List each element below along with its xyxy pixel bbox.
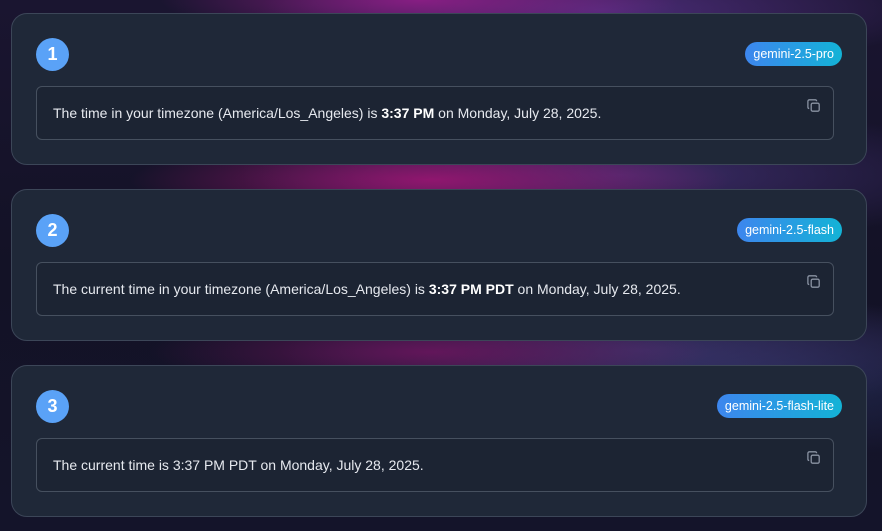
copy-icon[interactable] <box>807 99 821 113</box>
response-text: The current time in your timezone (Ameri… <box>53 281 681 297</box>
result-card-1: 1 gemini-2.5-pro The time in your timezo… <box>11 13 867 165</box>
response-time-bold: 3:37 PM PDT <box>428 281 514 297</box>
model-badge: gemini-2.5-pro <box>745 42 842 66</box>
response-time-bold: 3:37 PM <box>381 105 435 121</box>
response-box: The current time is 3:37 PM PDT on Monda… <box>36 438 834 492</box>
result-number-badge: 3 <box>36 390 69 423</box>
result-number-badge: 2 <box>36 214 69 247</box>
response-text: The time in your timezone (America/Los_A… <box>53 105 602 121</box>
model-badge: gemini-2.5-flash <box>737 218 842 242</box>
response-text: The current time is 3:37 PM PDT on Monda… <box>53 457 424 473</box>
response-box: The current time in your timezone (Ameri… <box>36 262 834 316</box>
result-number-badge: 1 <box>36 38 69 71</box>
copy-icon[interactable] <box>807 451 821 465</box>
copy-icon[interactable] <box>807 275 821 289</box>
result-card-2: 2 gemini-2.5-flash The current time in y… <box>11 189 867 341</box>
result-card-3: 3 gemini-2.5-flash-lite The current time… <box>11 365 867 517</box>
model-badge: gemini-2.5-flash-lite <box>716 394 842 418</box>
response-box: The time in your timezone (America/Los_A… <box>36 86 834 140</box>
